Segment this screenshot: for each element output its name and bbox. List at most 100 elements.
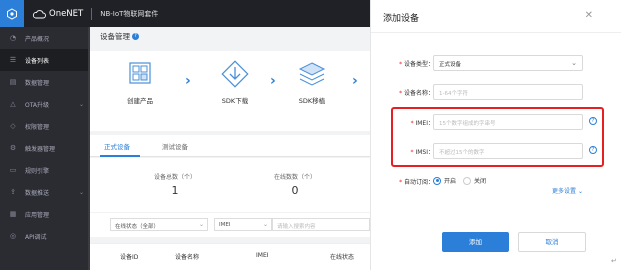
brand[interactable]: OneNET xyxy=(32,9,83,19)
chevron-down-icon: ⌄ xyxy=(262,221,268,228)
stat-online: 在线数数（个） 0 xyxy=(255,172,335,197)
help-icon[interactable]: ? xyxy=(589,146,597,154)
stat-value: 0 xyxy=(291,184,299,197)
field-label-text: IMEI： xyxy=(415,120,434,127)
sidebar-item-rules[interactable]: ▭ 规则引擎 xyxy=(0,159,90,181)
field-label: * 设备类型： xyxy=(399,61,434,68)
field-label: * 设备名称： xyxy=(399,90,434,97)
stack-icon xyxy=(298,62,326,86)
imei-input[interactable]: 15个数字组成的字串号 xyxy=(433,114,583,130)
step-sdk-download[interactable]: SDK下载 xyxy=(205,59,265,105)
sidebar-item-trigger[interactable]: ⚙ 触发器管理 xyxy=(0,137,90,159)
search-input[interactable]: 请输入搜索内容 xyxy=(272,218,370,231)
close-icon[interactable]: ✕ xyxy=(585,10,593,21)
radio-label: 开启 xyxy=(444,178,457,185)
chevron-right-icon: › xyxy=(270,73,276,89)
column-header: 在线状态 xyxy=(330,254,355,261)
product-icon xyxy=(129,62,151,84)
divider xyxy=(371,32,621,33)
column-header: IMEI xyxy=(256,252,269,259)
imei-select[interactable]: IMEI ⌄ xyxy=(214,218,272,231)
device-type-row: * 设备类型： 正式设备 ⌄ xyxy=(371,54,621,72)
sidebar: ◔ 产品概况 ☰ 设备列表 ▤ 数据管理 △ OTA升级 ⌄ ◇ 权限管理 ⚙ 触发器管理 ▭… xyxy=(0,27,90,270)
step-sdk-port[interactable]: SDK移植 xyxy=(282,59,342,105)
field-label: * IMEI： xyxy=(410,120,434,127)
column-header: 设备ID xyxy=(120,254,139,261)
filter-bar: 在线状态（全部） ⌄ IMEI ⌄ 请输入搜索内容 xyxy=(90,213,370,237)
sidebar-item-data[interactable]: ▤ 数据管理 xyxy=(0,71,90,93)
push-icon: ⇪ xyxy=(10,188,16,196)
field-label-text: 自动订阅： xyxy=(403,179,434,186)
status-select[interactable]: 在线状态（全部） ⌄ xyxy=(110,218,208,231)
trigger-icon: ⚙ xyxy=(9,144,17,152)
add-device-dialog: 添加设备 ✕ * 设备类型： 正式设备 ⌄ * 设备名称： 1-64个字符 * I… xyxy=(370,0,621,270)
device-tabs: 正式设备 测试设备 xyxy=(90,135,370,157)
list-icon: ☰ xyxy=(9,56,17,64)
gauge-icon: ◔ xyxy=(9,34,17,42)
field-label: * 自动订阅： xyxy=(399,179,434,186)
radio-dot xyxy=(463,176,471,185)
stats-panel: 设备总数（个） 1 在线数数（个） 0 xyxy=(90,158,370,212)
imei-select-value: IMEI xyxy=(219,222,231,228)
chevron-right-icon: › xyxy=(185,73,191,89)
brand-name: OneNET xyxy=(49,8,84,19)
dialog-title: 添加设备 xyxy=(383,14,420,24)
sidebar-item-overview[interactable]: ◔ 产品概况 xyxy=(0,27,90,49)
radio-disable[interactable]: 关闭 xyxy=(463,176,486,185)
more-settings-link[interactable]: 更多设置 ⌄ xyxy=(552,186,583,195)
divider xyxy=(91,7,93,20)
radio-dot xyxy=(433,176,441,185)
return-arrow-icon: ↵ xyxy=(611,257,617,265)
chevron-down-icon: ⌄ xyxy=(198,221,204,228)
column-header: 设备名称 xyxy=(175,254,200,261)
radio-enable[interactable]: 开启 xyxy=(433,176,456,185)
sidebar-item-ota[interactable]: △ OTA升级 ⌄ xyxy=(0,93,90,115)
step-create-product[interactable]: 创建产品 xyxy=(110,59,170,105)
sidebar-item-api[interactable]: ◎ API调试 xyxy=(0,225,90,247)
device-name-input[interactable]: 1-64个字符 xyxy=(433,84,583,100)
sidebar-item-label: 设备列表 xyxy=(25,57,50,65)
imei-row: * IMEI： 15个数字组成的字串号 ? xyxy=(371,113,621,131)
sidebar-item-push[interactable]: ⇪ 数据推送 ⌄ xyxy=(0,181,90,203)
status-select-value: 在线状态（全部） xyxy=(115,224,160,230)
device-type-select[interactable]: 正式设备 ⌄ xyxy=(433,55,583,71)
step-label: SDK下载 xyxy=(221,97,249,105)
device-type-value: 正式设备 xyxy=(439,62,462,68)
product-name: NB-IoT物联网套件 xyxy=(100,9,159,18)
main-content: 设备管理? 创建产品 › SDK下载 › SDK移植 › 正式设备 测试设备 设… xyxy=(90,27,370,270)
tab-test-devices[interactable]: 测试设备 xyxy=(162,141,188,151)
imsi-row: * IMSI： 不超过15个的数字 ? xyxy=(371,142,621,160)
steps-panel: 创建产品 › SDK下载 › SDK移植 › xyxy=(90,51,370,131)
chevron-down-icon: ⌄ xyxy=(577,188,583,195)
logo-icon[interactable] xyxy=(0,0,24,27)
chevron-down-icon: ⌄ xyxy=(571,59,577,67)
imsi-input[interactable]: 不超过15个的数字 xyxy=(433,143,583,159)
stat-label: 设备总数（个） xyxy=(153,174,196,181)
page-title: 设备管理? xyxy=(100,31,139,42)
more-settings-text: 更多设置 xyxy=(552,188,577,195)
field-label-text: IMSI： xyxy=(415,149,434,156)
stat-label: 在线数数（个） xyxy=(273,174,316,181)
cancel-button[interactable]: 取消 xyxy=(518,232,586,252)
tab-formal-devices[interactable]: 正式设备 xyxy=(104,141,130,151)
stat-total: 设备总数（个） 1 xyxy=(135,172,215,197)
upgrade-icon: △ xyxy=(10,100,16,108)
sidebar-item-device-list[interactable]: ☰ 设备列表 xyxy=(0,49,90,71)
help-icon[interactable]: ? xyxy=(589,117,597,125)
step-label: 创建产品 xyxy=(127,97,153,105)
sidebar-item-permission[interactable]: ◇ 权限管理 xyxy=(0,115,90,137)
chevron-down-icon: ⌄ xyxy=(78,188,84,196)
sidebar-item-apps[interactable]: ▦ 应用管理 xyxy=(0,203,90,225)
help-icon[interactable]: ? xyxy=(132,33,139,40)
sidebar-item-label: 应用管理 xyxy=(25,211,50,219)
app-icon: ▦ xyxy=(9,210,17,218)
auto-subscribe-row: * 自动订阅： 开启 关闭 xyxy=(371,172,621,190)
radio-label: 关闭 xyxy=(474,178,487,185)
step-label: SDK移植 xyxy=(298,97,326,105)
sidebar-item-label: 触发器管理 xyxy=(25,145,56,153)
table-header: 设备ID 设备名称 IMEI 在线状态 xyxy=(90,243,370,270)
add-button[interactable]: 添加 xyxy=(442,232,509,252)
chevron-down-icon: ⌄ xyxy=(78,100,84,108)
sidebar-item-label: 权限管理 xyxy=(25,123,50,131)
api-icon: ◎ xyxy=(9,232,17,240)
